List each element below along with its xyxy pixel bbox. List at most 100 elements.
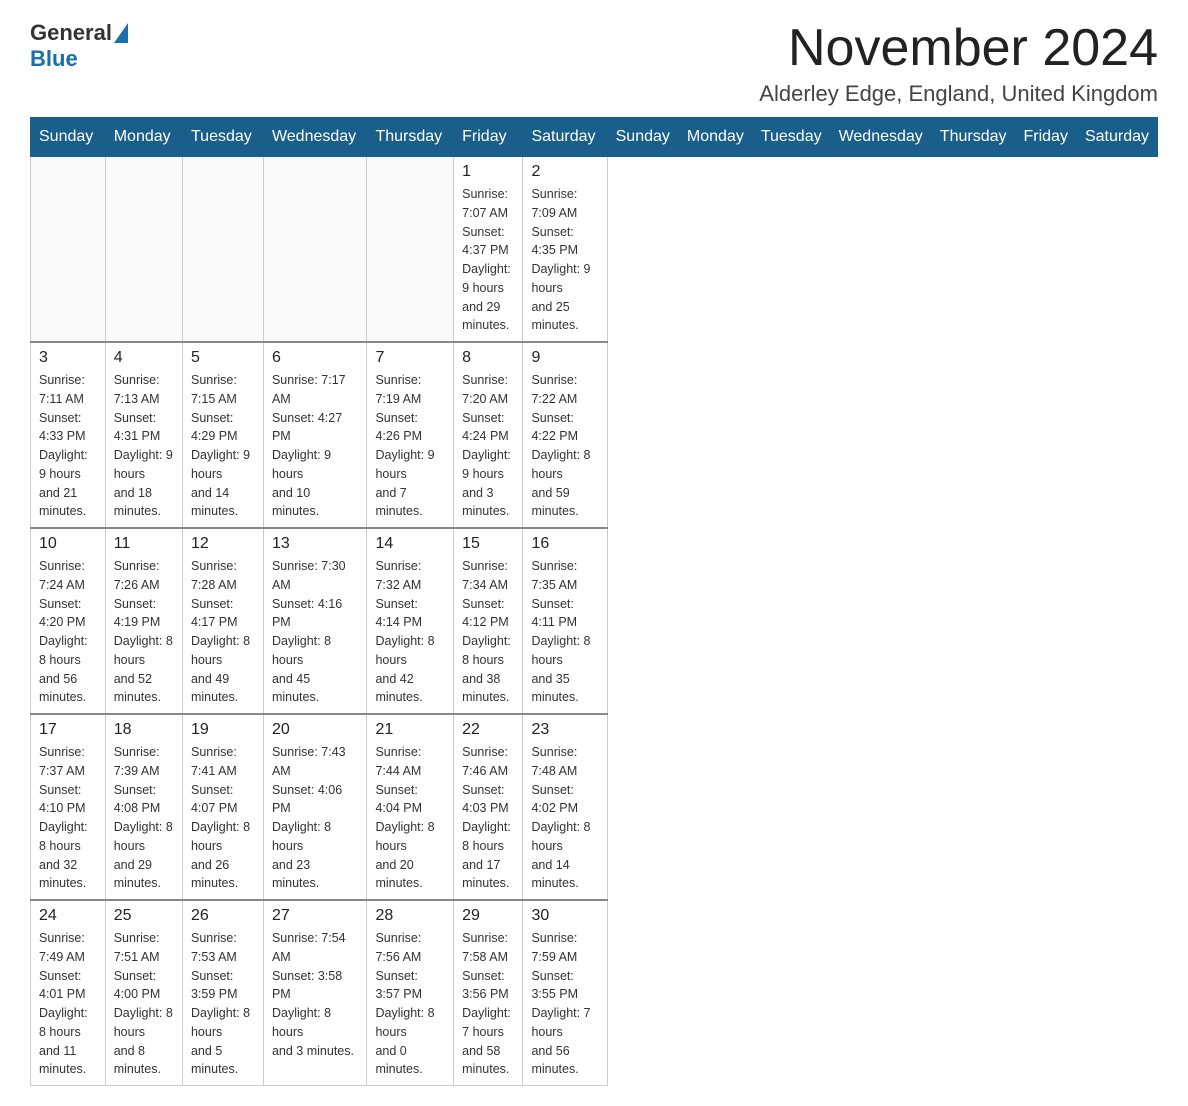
day-number: 24 [39,907,97,925]
header-saturday: Saturday [1076,118,1157,157]
day-number: 1 [462,163,514,181]
day-number: 15 [462,535,514,553]
day-info: Sunrise: 7:56 AM Sunset: 3:57 PM Dayligh… [375,929,445,1079]
day-number: 17 [39,721,97,739]
calendar-cell: 25 Sunrise: 7:51 AM Sunset: 4:00 PM Dayli… [105,900,182,1086]
day-number: 9 [531,349,598,367]
day-info: Sunrise: 7:26 AM Sunset: 4:19 PM Dayligh… [114,557,174,707]
day-info: Sunrise: 7:11 AM Sunset: 4:33 PM Dayligh… [39,371,97,521]
day-info: Sunrise: 7:13 AM Sunset: 4:31 PM Dayligh… [114,371,174,521]
header-wednesday: Wednesday [263,118,367,157]
day-info: Sunrise: 7:48 AM Sunset: 4:02 PM Dayligh… [531,743,598,893]
day-number: 11 [114,535,174,553]
day-number: 27 [272,907,359,925]
day-info: Sunrise: 7:15 AM Sunset: 4:29 PM Dayligh… [191,371,255,521]
day-number: 4 [114,349,174,367]
day-info: Sunrise: 7:49 AM Sunset: 4:01 PM Dayligh… [39,929,97,1079]
day-info: Sunrise: 7:43 AM Sunset: 4:06 PM Dayligh… [272,743,359,893]
calendar-cell: 16 Sunrise: 7:35 AM Sunset: 4:11 PM Dayli… [523,528,607,714]
calendar-cell: 19 Sunrise: 7:41 AM Sunset: 4:07 PM Dayli… [182,714,263,900]
header-wednesday: Wednesday [830,118,931,157]
day-info: Sunrise: 7:44 AM Sunset: 4:04 PM Dayligh… [375,743,445,893]
calendar-cell: 17 Sunrise: 7:37 AM Sunset: 4:10 PM Dayli… [31,714,106,900]
header-monday: Monday [105,118,182,157]
day-info: Sunrise: 7:46 AM Sunset: 4:03 PM Dayligh… [462,743,514,893]
title-block: November 2024 Alderley Edge, England, Un… [759,20,1158,107]
calendar-cell: 26 Sunrise: 7:53 AM Sunset: 3:59 PM Dayli… [182,900,263,1086]
calendar-cell [367,157,454,343]
day-number: 30 [531,907,598,925]
day-number: 3 [39,349,97,367]
logo-blue-text: Blue [30,46,78,71]
day-number: 29 [462,907,514,925]
day-number: 8 [462,349,514,367]
calendar-cell: 3 Sunrise: 7:11 AM Sunset: 4:33 PM Daylig… [31,342,106,528]
day-info: Sunrise: 7:32 AM Sunset: 4:14 PM Dayligh… [375,557,445,707]
calendar-subtitle: Alderley Edge, England, United Kingdom [759,81,1158,107]
logo-text-block: General Blue [30,20,128,72]
day-info: Sunrise: 7:07 AM Sunset: 4:37 PM Dayligh… [462,185,514,335]
calendar-cell: 5 Sunrise: 7:15 AM Sunset: 4:29 PM Daylig… [182,342,263,528]
day-number: 2 [531,163,598,181]
day-info: Sunrise: 7:37 AM Sunset: 4:10 PM Dayligh… [39,743,97,893]
day-number: 26 [191,907,255,925]
day-number: 18 [114,721,174,739]
logo-general-text: General [30,20,112,46]
calendar-header-row: SundayMondayTuesdayWednesdayThursdayFrid… [31,118,1158,157]
header-tuesday: Tuesday [182,118,263,157]
header-sunday: Sunday [607,118,678,157]
day-info: Sunrise: 7:34 AM Sunset: 4:12 PM Dayligh… [462,557,514,707]
calendar-cell: 4 Sunrise: 7:13 AM Sunset: 4:31 PM Daylig… [105,342,182,528]
header-sunday: Sunday [31,118,106,157]
day-info: Sunrise: 7:22 AM Sunset: 4:22 PM Dayligh… [531,371,598,521]
day-number: 25 [114,907,174,925]
calendar-cell: 18 Sunrise: 7:39 AM Sunset: 4:08 PM Dayli… [105,714,182,900]
day-info: Sunrise: 7:19 AM Sunset: 4:26 PM Dayligh… [375,371,445,521]
calendar-cell: 15 Sunrise: 7:34 AM Sunset: 4:12 PM Dayli… [454,528,523,714]
day-number: 12 [191,535,255,553]
header-thursday: Thursday [367,118,454,157]
calendar-cell: 7 Sunrise: 7:19 AM Sunset: 4:26 PM Daylig… [367,342,454,528]
calendar-cell: 10Sunrise: 7:24 AM Sunset: 4:20 PM Dayli… [31,528,106,714]
day-info: Sunrise: 7:39 AM Sunset: 4:08 PM Dayligh… [114,743,174,893]
calendar-week-1: 1 Sunrise: 7:07 AM Sunset: 4:37 PM Daylig… [31,157,1158,343]
day-info: Sunrise: 7:53 AM Sunset: 3:59 PM Dayligh… [191,929,255,1079]
header-friday: Friday [1015,118,1076,157]
day-info: Sunrise: 7:28 AM Sunset: 4:17 PM Dayligh… [191,557,255,707]
day-number: 16 [531,535,598,553]
logo-row1: General [30,20,128,46]
calendar-cell: 20 Sunrise: 7:43 AM Sunset: 4:06 PM Dayli… [263,714,367,900]
calendar-table: SundayMondayTuesdayWednesdayThursdayFrid… [30,117,1158,1086]
day-info: Sunrise: 7:41 AM Sunset: 4:07 PM Dayligh… [191,743,255,893]
calendar-cell [105,157,182,343]
day-info: Sunrise: 7:35 AM Sunset: 4:11 PM Dayligh… [531,557,598,707]
day-number: 20 [272,721,359,739]
day-number: 13 [272,535,359,553]
day-info: Sunrise: 7:30 AM Sunset: 4:16 PM Dayligh… [272,557,359,707]
day-info: Sunrise: 7:51 AM Sunset: 4:00 PM Dayligh… [114,929,174,1079]
day-number: 14 [375,535,445,553]
calendar-cell: 6Sunrise: 7:17 AM Sunset: 4:27 PM Daylig… [263,342,367,528]
day-info: Sunrise: 7:59 AM Sunset: 3:55 PM Dayligh… [531,929,598,1079]
calendar-cell: 12 Sunrise: 7:28 AM Sunset: 4:17 PM Dayli… [182,528,263,714]
header-tuesday: Tuesday [752,118,830,157]
header-thursday: Thursday [931,118,1015,157]
day-number: 7 [375,349,445,367]
calendar-cell: 22 Sunrise: 7:46 AM Sunset: 4:03 PM Dayli… [454,714,523,900]
day-number: 22 [462,721,514,739]
calendar-cell [31,157,106,343]
calendar-cell: 8Sunrise: 7:20 AM Sunset: 4:24 PM Daylig… [454,342,523,528]
day-number: 5 [191,349,255,367]
calendar-cell: 29Sunrise: 7:58 AM Sunset: 3:56 PM Dayli… [454,900,523,1086]
calendar-cell: 1 Sunrise: 7:07 AM Sunset: 4:37 PM Daylig… [454,157,523,343]
calendar-cell: 11 Sunrise: 7:26 AM Sunset: 4:19 PM Dayli… [105,528,182,714]
calendar-cell: 13 Sunrise: 7:30 AM Sunset: 4:16 PM Dayli… [263,528,367,714]
logo: General Blue [30,20,128,72]
day-number: 28 [375,907,445,925]
calendar-cell: 21Sunrise: 7:44 AM Sunset: 4:04 PM Dayli… [367,714,454,900]
day-number: 19 [191,721,255,739]
day-info: Sunrise: 7:24 AM Sunset: 4:20 PM Dayligh… [39,557,97,707]
calendar-title: November 2024 [759,20,1158,77]
calendar-cell: 27Sunrise: 7:54 AM Sunset: 3:58 PM Dayli… [263,900,367,1086]
calendar-cell: 9 Sunrise: 7:22 AM Sunset: 4:22 PM Daylig… [523,342,607,528]
